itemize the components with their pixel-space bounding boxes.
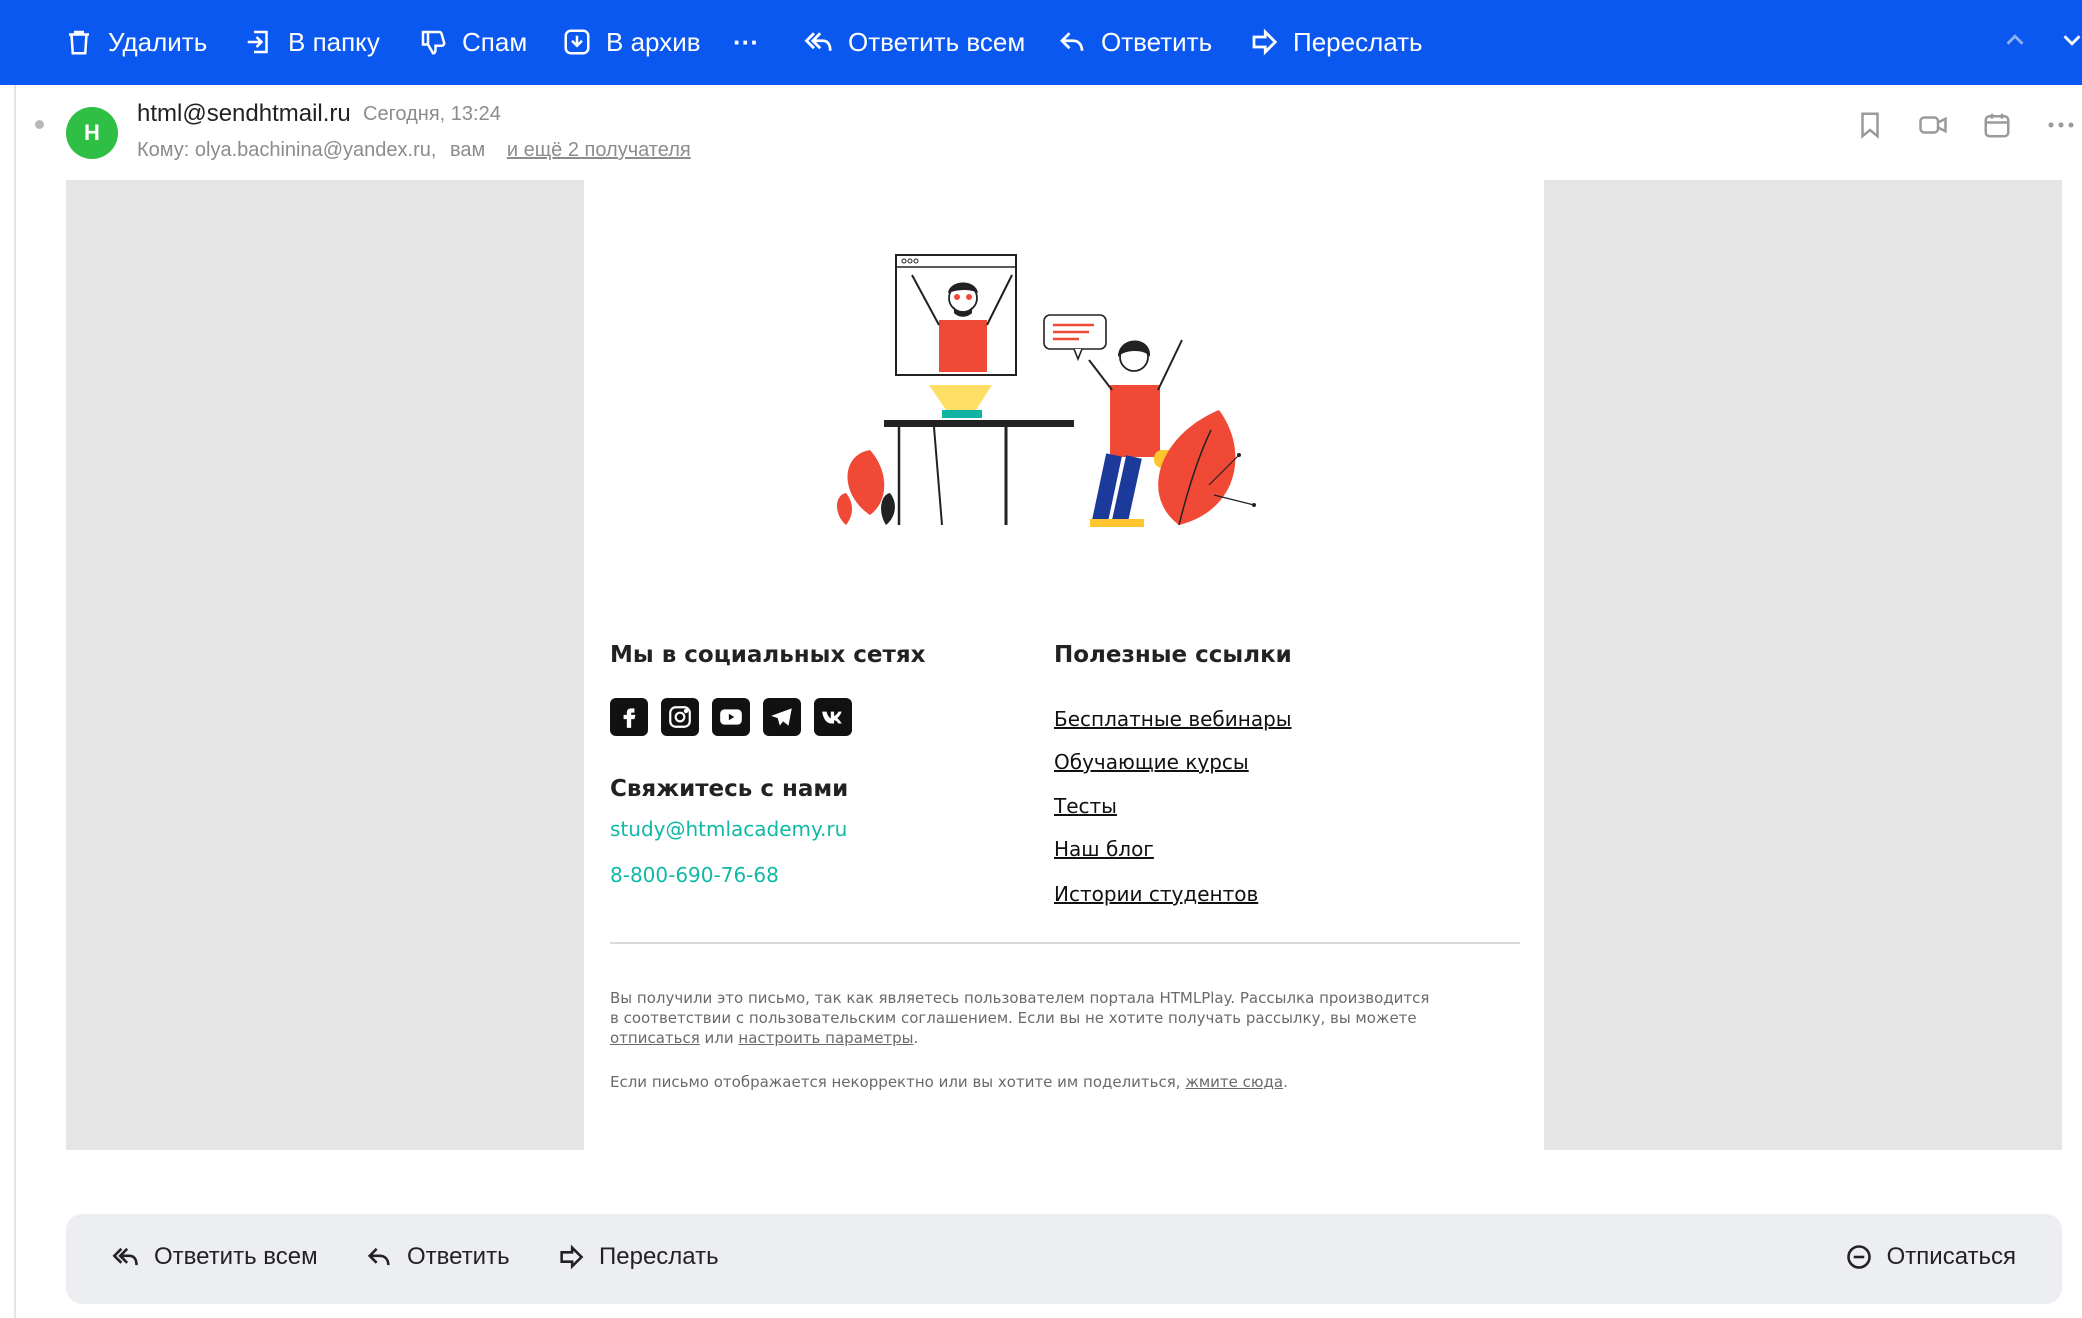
instagram-icon[interactable] (661, 698, 699, 736)
vk-icon[interactable] (814, 698, 852, 736)
youtube-icon[interactable] (712, 698, 750, 736)
contact-title: Свяжитесь с нами (610, 776, 849, 802)
more-actions-button[interactable]: ··· (733, 22, 759, 62)
delete-label: Удалить (108, 26, 208, 57)
top-toolbar: Удалить В папку Спам В архив ··· Ответит… (0, 0, 2082, 85)
forward-button[interactable]: Переслать (1249, 22, 1423, 62)
reply-label: Ответить (1101, 26, 1213, 57)
forward-label: Переслать (1293, 26, 1423, 57)
reply-icon (367, 1247, 390, 1266)
move-folder-icon (247, 30, 268, 54)
move-to-folder-button[interactable]: В папку (244, 22, 380, 62)
notice-line-1: Вы получили это письмо, так как являетес… (610, 989, 1430, 1007)
notice-line-3: отписаться или настроить параметры. (610, 1028, 1470, 1048)
recipient-2[interactable]: вам (450, 139, 485, 161)
reply-all-label: Ответить всем (848, 26, 1026, 57)
archive-label: В архив (606, 26, 701, 57)
subscription-notice: Вы получили это письмо, так как являетес… (610, 988, 1470, 1048)
more-recipients-link[interactable]: и ещё 2 получателя (507, 139, 691, 161)
bottom-reply-label: Ответить (407, 1243, 510, 1270)
to-label: Кому: (137, 139, 190, 161)
recipient-1[interactable]: olya.bachinina@yandex.ru, (195, 139, 437, 161)
bottom-forward-label: Переслать (599, 1243, 719, 1270)
more-dots-icon: ··· (733, 26, 759, 57)
contact-phone-link[interactable]: 8-800-690-76-68 (610, 863, 779, 887)
social-icons (610, 698, 852, 736)
display-notice: Если письмо отображается некорректно или… (610, 1072, 1470, 1092)
thumbs-down-icon (421, 30, 446, 55)
avatar[interactable]: H (66, 107, 118, 159)
sent-time: Сегодня, 13:24 (363, 103, 501, 125)
divider (610, 942, 1520, 944)
bottom-reply-all-label: Ответить всем (154, 1243, 318, 1270)
bottom-reply-all-button[interactable]: Ответить всем (112, 1243, 318, 1271)
trash-icon (69, 30, 89, 55)
notice-or: или (699, 1029, 739, 1047)
bookmark-icon[interactable] (1855, 110, 1885, 140)
sender-address[interactable]: html@sendhtmail.ru (137, 100, 351, 128)
reply-all-icon (804, 32, 832, 51)
notice-line-2: в соответствии с пользовательским соглаш… (610, 1009, 1417, 1027)
link-webinars[interactable]: Бесплатные вебинары (1054, 707, 1292, 731)
chevron-down-icon[interactable] (2062, 25, 2082, 55)
chevron-up-icon[interactable] (2000, 25, 2030, 55)
reply-icon (1060, 32, 1084, 51)
forward-icon (1252, 28, 1278, 56)
spam-button[interactable]: Спам (418, 22, 527, 62)
social-title: Мы в социальных сетях (610, 642, 926, 668)
email-side-background-right (1544, 180, 2062, 1150)
minus-circle-icon (1846, 1245, 1871, 1269)
link-courses[interactable]: Обучающие курсы (1054, 750, 1249, 774)
video-call-icon[interactable] (1918, 110, 1948, 140)
spam-label: Спам (462, 26, 528, 57)
link-blog[interactable]: Наш блог (1054, 837, 1154, 861)
reply-all-icon (112, 1247, 138, 1266)
email-content: Мы в социальных сетях Свяжитесь с нами s… (584, 180, 1544, 1150)
delete-button[interactable]: Удалить (64, 22, 207, 62)
unsubscribe-button[interactable]: Отписаться (1845, 1243, 2016, 1271)
recipients-line: Кому: olya.bachinina@yandex.ru, вам и ещ… (137, 139, 691, 162)
calendar-icon[interactable] (1982, 110, 2012, 140)
move-to-folder-label: В папку (288, 26, 380, 57)
forward-icon (560, 1244, 584, 1270)
thread-gutter (14, 85, 16, 1318)
telegram-icon[interactable] (763, 698, 801, 736)
display-notice-text: Если письмо отображается некорректно или… (610, 1073, 1186, 1091)
unsubscribe-label: Отписаться (1886, 1243, 2016, 1270)
read-status-dot[interactable] (35, 120, 44, 129)
avatar-letter: H (84, 120, 100, 145)
archive-button[interactable]: В архив (562, 22, 701, 62)
bottom-reply-button[interactable]: Ответить (365, 1243, 510, 1271)
useful-links-title: Полезные ссылки (1054, 642, 1292, 668)
bottom-action-bar: Ответить всем Ответить Переслать Отписат… (66, 1214, 2062, 1304)
settings-link[interactable]: настроить параметры (738, 1029, 913, 1047)
archive-icon (564, 29, 590, 55)
click-here-link[interactable]: жмите сюда (1185, 1073, 1283, 1091)
contact-email-link[interactable]: study@htmlacademy.ru (610, 817, 847, 841)
link-student-stories[interactable]: Истории студентов (1054, 882, 1258, 906)
email-side-background-left (66, 180, 584, 1150)
more-options-icon[interactable] (2046, 110, 2076, 140)
notice-period: . (913, 1029, 919, 1047)
bottom-forward-button[interactable]: Переслать (557, 1243, 719, 1271)
unsubscribe-link[interactable]: отписаться (610, 1029, 700, 1047)
display-notice-period: . (1283, 1073, 1288, 1091)
reply-all-button[interactable]: Ответить всем (804, 22, 1025, 62)
video-call-illustration (837, 254, 1256, 527)
link-tests[interactable]: Тесты (1054, 794, 1117, 818)
facebook-icon[interactable] (610, 698, 648, 736)
reply-button[interactable]: Ответить (1057, 22, 1212, 62)
